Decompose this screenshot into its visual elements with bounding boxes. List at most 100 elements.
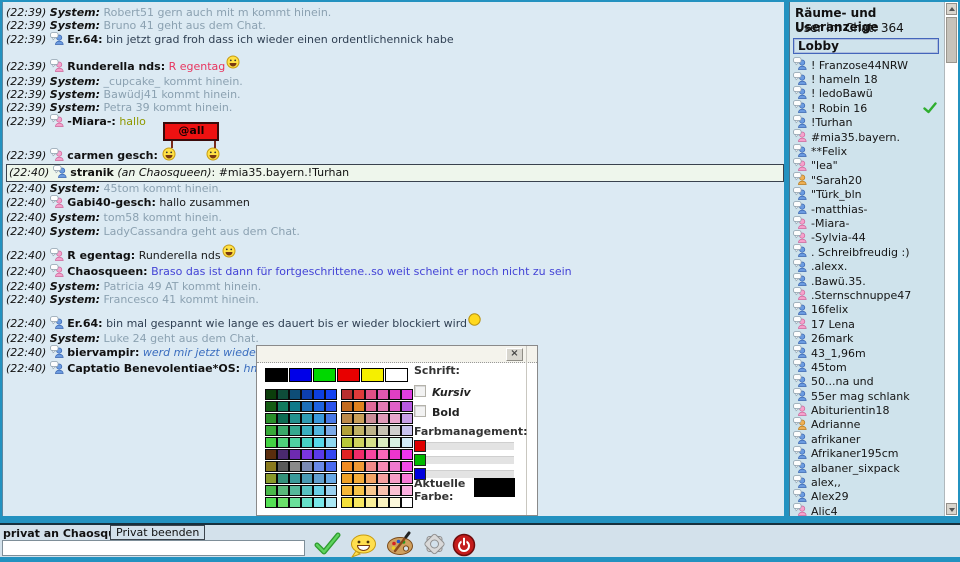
user-list-item[interactable]: 26mark <box>793 331 942 345</box>
user-list-item[interactable]: alex,, <box>793 475 942 489</box>
room-lobby[interactable]: Lobby <box>793 38 939 54</box>
user-list-item[interactable]: 16felix <box>793 303 942 317</box>
palette-basic-swatch[interactable] <box>265 368 288 382</box>
username[interactable]: Runderella nds: <box>67 60 165 73</box>
user-list-item[interactable]: Adrianne <box>793 418 942 432</box>
close-icon[interactable]: × <box>506 348 523 361</box>
slider-track[interactable] <box>414 456 514 464</box>
scroll-thumb[interactable] <box>946 17 957 63</box>
user-list-item[interactable]: ! Robin 16 <box>793 101 942 115</box>
user-list-item[interactable]: 50...na und <box>793 375 942 389</box>
username[interactable]: R egentag: <box>67 249 135 262</box>
message-input[interactable] <box>2 540 305 556</box>
kursiv-checkbox[interactable] <box>414 385 426 397</box>
user-list-item[interactable]: -Miara- <box>793 216 942 230</box>
username[interactable]: Gabi40-gesch: <box>67 196 156 209</box>
palette-color-swatch[interactable] <box>325 497 337 508</box>
palette-grid <box>265 385 413 505</box>
send-check-button[interactable] <box>313 531 341 561</box>
slider-handle[interactable] <box>414 440 426 452</box>
palette-color-swatch[interactable] <box>313 497 325 508</box>
username[interactable]: Chaosqueen: <box>67 265 147 278</box>
chat-message-system: (22:39) System: Bawüdj41 kommt hinein. <box>6 88 784 101</box>
user-list-item[interactable]: Alic4 <box>793 504 942 516</box>
user-list-item[interactable]: ! Franzose44NRW <box>793 58 942 72</box>
user-list-item[interactable]: .Bawü.35. <box>793 274 942 288</box>
slider-track[interactable] <box>414 442 514 450</box>
scroll-down-button[interactable] <box>946 503 957 515</box>
username[interactable]: Er.64: <box>67 317 102 330</box>
username[interactable]: Er.64: <box>67 33 102 46</box>
message-text: Bruno 41 geht aus dem Chat. <box>104 19 266 32</box>
username[interactable]: carmen gesch: <box>67 149 158 162</box>
palette-basic-swatch[interactable] <box>289 368 312 382</box>
dialog-titlebar: × <box>257 346 537 363</box>
user-list-item[interactable]: !Turhan <box>793 116 942 130</box>
user-list-item[interactable]: #mia35.bayern. <box>793 130 942 144</box>
user-name: -Miara- <box>811 217 850 230</box>
scroll-up-button[interactable] <box>946 3 957 15</box>
palette-basic-colors <box>265 367 409 386</box>
at-all-sign: @all <box>163 122 219 141</box>
palette-color-swatch[interactable] <box>377 497 389 508</box>
sidebar-scrollbar[interactable] <box>944 2 958 516</box>
user-list-item[interactable]: Afrikaner195cm <box>793 447 942 461</box>
user-list-item[interactable]: -matthias- <box>793 202 942 216</box>
yellow-ball-emoji <box>468 313 481 329</box>
user-list-item[interactable]: ! hameln 18 <box>793 72 942 86</box>
color-palette-icon[interactable] <box>385 531 414 560</box>
palette-color-swatch[interactable] <box>365 497 377 508</box>
palette-basic-swatch[interactable] <box>385 368 408 382</box>
palette-basic-swatch[interactable] <box>361 368 384 382</box>
chat-message-system: (22:39) System: Robert51 gern auch mit m… <box>6 6 784 19</box>
user-list-item[interactable]: -Sylvia-44 <box>793 231 942 245</box>
user-list-item[interactable]: . Schreibfreudig :) <box>793 245 942 259</box>
user-list-item[interactable]: **Felix <box>793 144 942 158</box>
username[interactable]: stranik <box>70 166 114 179</box>
system-label: System: <box>50 75 100 88</box>
user-list-item[interactable]: 45tom <box>793 360 942 374</box>
username[interactable]: biervampir: <box>67 346 139 359</box>
user-list-item[interactable]: "Türk_bln <box>793 188 942 202</box>
palette-color-swatch[interactable] <box>265 497 277 508</box>
user-list-item[interactable]: Alex29 <box>793 490 942 504</box>
user-name: 26mark <box>811 332 853 345</box>
power-logout-icon[interactable] <box>452 533 476 561</box>
slider-handle[interactable] <box>414 454 426 466</box>
palette-color-swatch[interactable] <box>389 497 401 508</box>
timestamp: (22:39) <box>6 115 46 128</box>
user-list-item[interactable]: Abiturientin18 <box>793 403 942 417</box>
palette-color-swatch[interactable] <box>341 497 353 508</box>
user-list-item[interactable]: 17 Lena <box>793 317 942 331</box>
user-female-icon <box>50 195 64 211</box>
user-name: afrikaner <box>811 433 860 446</box>
user-list-item[interactable]: "lea" <box>793 159 942 173</box>
palette-basic-swatch[interactable] <box>313 368 336 382</box>
message-text: #mia35.bayern.!Turhan <box>219 166 349 179</box>
user-list: ! Franzose44NRW! hameln 18! ledoBawü! Ro… <box>793 58 942 516</box>
chat-message: (22:39) Runderella nds: R egentag <box>6 55 784 75</box>
palette-color-swatch[interactable] <box>301 497 313 508</box>
user-list-item[interactable]: .Sternschnuppe47 <box>793 288 942 302</box>
bold-checkbox[interactable] <box>414 405 426 417</box>
username[interactable]: Captatio Benevolentiae*OS: <box>67 362 240 375</box>
username[interactable]: -Miara-: <box>67 115 116 128</box>
settings-gear-icon[interactable] <box>421 531 448 561</box>
green-slider[interactable] <box>414 454 515 468</box>
red-slider[interactable] <box>414 440 515 454</box>
user-list-item[interactable]: 43_1,96m <box>793 346 942 360</box>
palette-color-swatch[interactable] <box>277 497 289 508</box>
palette-color-swatch[interactable] <box>289 497 301 508</box>
user-list-item[interactable]: afrikaner <box>793 432 942 446</box>
palette-color-swatch[interactable] <box>353 497 365 508</box>
user-list-item[interactable]: "Sarah20 <box>793 173 942 187</box>
palette-color-swatch[interactable] <box>401 497 413 508</box>
palette-basic-swatch[interactable] <box>337 368 360 382</box>
user-list-item[interactable]: 55er mag schlank <box>793 389 942 403</box>
system-label: System: <box>50 101 100 114</box>
user-list-item[interactable]: albaner_sixpack <box>793 461 942 475</box>
end-private-button[interactable]: Privat beenden <box>110 525 205 540</box>
smiley-picker-icon[interactable] <box>349 534 378 562</box>
user-list-item[interactable]: .alexx. <box>793 259 942 273</box>
user-list-item[interactable]: ! ledoBawü <box>793 87 942 101</box>
